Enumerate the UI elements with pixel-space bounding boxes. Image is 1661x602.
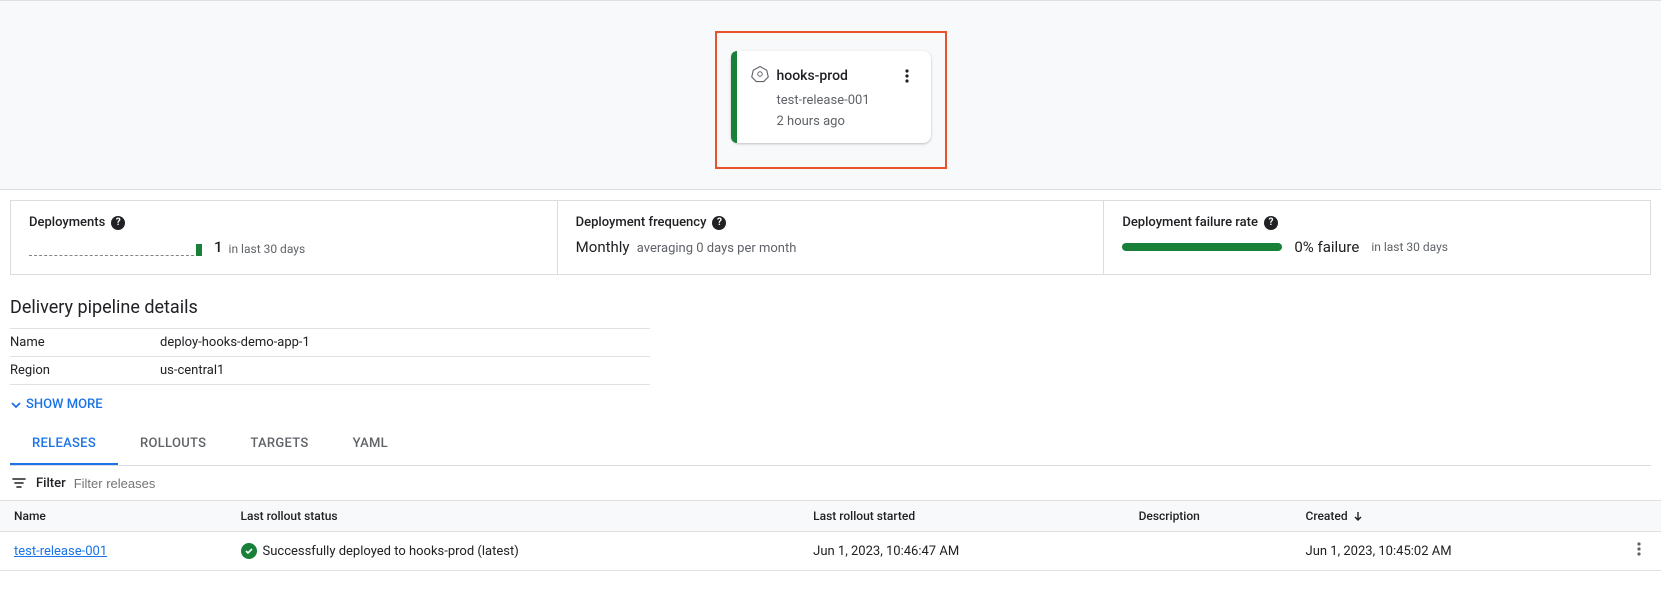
- frequency-suffix: averaging 0 days per month: [637, 241, 797, 256]
- started-cell: Jun 1, 2023, 10:46:47 AM: [799, 532, 1124, 571]
- col-status[interactable]: Last rollout status: [227, 501, 800, 532]
- tab-releases[interactable]: RELEASES: [10, 424, 118, 465]
- stats-row: Deployments ? 1 in last 30 days Deployme…: [10, 200, 1651, 275]
- highlighted-target: hooks-prod test-release-001 2 hours ago: [715, 31, 947, 169]
- details-table: Name deploy-hooks-demo-app-1 Region us-c…: [10, 328, 650, 385]
- deployments-count: 1: [214, 238, 223, 256]
- target-more-button[interactable]: [897, 66, 917, 86]
- sparkline-bar: [196, 244, 202, 256]
- target-release: test-release-001: [777, 93, 917, 108]
- status-stripe: [731, 51, 737, 143]
- tab-yaml[interactable]: YAML: [331, 424, 410, 465]
- kubernetes-icon: [751, 65, 769, 87]
- filter-icon: [10, 474, 28, 492]
- col-created-label: Created: [1306, 509, 1348, 523]
- col-started[interactable]: Last rollout started: [799, 501, 1124, 532]
- releases-table: Name Last rollout status Last rollout st…: [0, 500, 1661, 571]
- col-description[interactable]: Description: [1125, 501, 1292, 532]
- release-link[interactable]: test-release-001: [14, 544, 107, 559]
- arrow-down-icon: [1352, 510, 1364, 522]
- failure-suffix: in last 30 days: [1371, 240, 1448, 254]
- table-row: test-release-001 Successfully deployed t…: [0, 532, 1661, 571]
- target-title: hooks-prod: [777, 68, 848, 84]
- success-icon: [241, 543, 257, 559]
- help-icon[interactable]: ?: [712, 216, 726, 230]
- filter-row: Filter: [0, 466, 1661, 500]
- deployments-label: Deployments: [29, 215, 105, 230]
- frequency-stat: Deployment frequency ? Monthly averaging…: [558, 201, 1105, 274]
- failure-value: 0% failure: [1294, 238, 1359, 256]
- failure-label: Deployment failure rate: [1122, 215, 1258, 230]
- failure-stat: Deployment failure rate ? 0% failure in …: [1104, 201, 1650, 274]
- pipeline-visualization: hooks-prod test-release-001 2 hours ago: [0, 0, 1661, 190]
- tab-rollouts[interactable]: ROLLOUTS: [118, 424, 228, 465]
- tab-targets[interactable]: TARGETS: [228, 424, 330, 465]
- filter-label: Filter: [36, 476, 66, 491]
- section-title: Delivery pipeline details: [10, 297, 1651, 318]
- sparkline-empty: [29, 255, 194, 256]
- description-cell: [1125, 532, 1292, 571]
- detail-region-label: Region: [10, 363, 160, 378]
- detail-region-value: us-central1: [160, 363, 224, 378]
- show-more-button[interactable]: SHOW MORE: [10, 397, 1651, 412]
- frequency-value: Monthly: [576, 238, 630, 256]
- filter-input[interactable]: [74, 476, 274, 491]
- deployments-stat: Deployments ? 1 in last 30 days: [11, 201, 558, 274]
- frequency-label: Deployment frequency: [576, 215, 707, 230]
- help-icon[interactable]: ?: [1264, 216, 1278, 230]
- created-cell: Jun 1, 2023, 10:45:02 AM: [1292, 532, 1617, 571]
- help-icon[interactable]: ?: [111, 216, 125, 230]
- tabs: RELEASES ROLLOUTS TARGETS YAML: [10, 424, 1651, 466]
- detail-name-value: deploy-hooks-demo-app-1: [160, 335, 310, 350]
- target-card[interactable]: hooks-prod test-release-001 2 hours ago: [731, 51, 931, 143]
- col-name[interactable]: Name: [0, 501, 227, 532]
- chevron-down-icon: [10, 399, 22, 411]
- status-text: Successfully deployed to hooks-prod (lat…: [263, 544, 519, 559]
- failure-bar: [1122, 243, 1282, 251]
- detail-name-label: Name: [10, 335, 160, 350]
- deployments-suffix: in last 30 days: [229, 242, 306, 256]
- target-time: 2 hours ago: [777, 114, 917, 129]
- col-actions: [1617, 501, 1661, 532]
- row-more-button[interactable]: [1617, 532, 1661, 571]
- col-created[interactable]: Created: [1292, 501, 1617, 532]
- show-more-label: SHOW MORE: [26, 397, 103, 412]
